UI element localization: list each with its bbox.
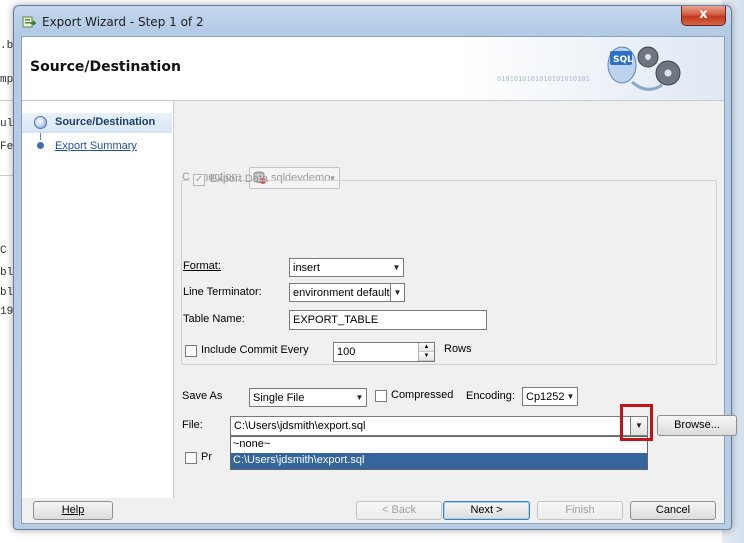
file-option-export-sql[interactable]: C:\Users\jdsmith\export.sql — [231, 453, 647, 469]
source-destination-form: Connection: sqldevdemo ▼ ✓ Export Data F… — [174, 101, 737, 498]
wizard-steps-nav: Source/Destination Export Summary — [22, 101, 174, 498]
compressed-checkbox[interactable] — [375, 390, 387, 402]
cancel-button[interactable]: Cancel — [630, 501, 716, 520]
encoding-value: Cp1252 — [526, 391, 565, 403]
table-name-label: Table Name: — [183, 313, 245, 325]
format-value: insert — [293, 262, 320, 274]
wizard-button-bar: Help < Back Next > Finish Cancel — [22, 499, 724, 523]
sql-export-graphic: 0101010101010101010101 SQL — [462, 37, 724, 100]
dialog-client-area: Source/Destination 010101010101010101010… — [21, 36, 737, 524]
file-option-none[interactable]: ~none~ — [231, 437, 647, 453]
legend-spacer — [193, 173, 275, 187]
file-label: File: — [182, 419, 203, 431]
help-button[interactable]: Help — [33, 501, 113, 520]
current-step-icon — [34, 116, 47, 129]
background-text: bl — [0, 287, 14, 299]
chevron-down-icon: ▼ — [390, 284, 404, 301]
binary-watermark: 0101010101010101010101 — [497, 75, 590, 83]
background-text: .b — [0, 40, 14, 52]
file-dropdown-list: ~none~ C:\Users\jdsmith\export.sql — [230, 436, 648, 470]
line-terminator-label: Line Terminator: — [183, 286, 262, 298]
table-name-value: EXPORT_TABLE — [293, 314, 379, 326]
save-as-select[interactable]: Single File ▼ — [249, 388, 367, 407]
nav-item-label: Export Summary — [55, 140, 137, 152]
file-path-value: C:\Users\jdsmith\export.sql — [234, 420, 366, 432]
table-name-input[interactable]: EXPORT_TABLE — [289, 310, 487, 330]
nav-item-source-destination[interactable]: Source/Destination — [22, 113, 172, 133]
line-terminator-value: environment default — [293, 287, 390, 299]
page-title: Source/Destination — [30, 59, 181, 75]
nav-item-export-summary[interactable]: Export Summary — [22, 137, 172, 157]
chevron-down-icon: ▼ — [392, 263, 401, 272]
background-text: mp — [0, 74, 14, 86]
background-text: C — [0, 245, 7, 257]
export-wizard-icon — [22, 16, 36, 28]
background-divider — [0, 175, 13, 176]
export-data-group — [181, 180, 717, 365]
back-button[interactable]: < Back — [356, 501, 442, 520]
rows-label: Rows — [444, 343, 472, 355]
file-combo-input[interactable]: C:\Users\jdsmith\export.sql ▼ — [230, 416, 648, 436]
format-label: Format: — [183, 260, 221, 272]
background-text: 19 — [0, 306, 14, 318]
window-title: Export Wizard - Step 1 of 2 — [42, 15, 204, 29]
export-wizard-dialog: Export Wizard - Step 1 of 2 x Source/Des… — [13, 5, 737, 530]
title-bar[interactable]: Export Wizard - Step 1 of 2 x — [14, 6, 731, 36]
finish-button[interactable]: Finish — [537, 501, 623, 520]
format-label-text: Format: — [183, 260, 221, 272]
hidden-option-checkbox[interactable] — [185, 452, 197, 464]
close-icon: x — [699, 7, 708, 22]
spinner-down-icon[interactable]: ▼ — [419, 352, 434, 361]
wizard-header: Source/Destination 010101010101010101010… — [22, 37, 724, 101]
compressed-label: Compressed — [391, 389, 454, 401]
save-as-value: Single File — [253, 392, 305, 404]
include-commit-checkbox[interactable] — [185, 345, 197, 357]
annotation-highlight-box — [620, 404, 653, 441]
chevron-down-icon: ▼ — [355, 393, 364, 402]
nav-item-label: Source/Destination — [55, 116, 156, 128]
browse-button[interactable]: Browse... — [657, 415, 737, 436]
format-select[interactable]: insert ▼ — [289, 258, 404, 277]
spinner-buttons: ▲ ▼ — [418, 343, 434, 361]
chevron-down-icon: ▼ — [566, 392, 575, 401]
sql-graphic-label: SQL — [613, 55, 633, 65]
encoding-label: Encoding: — [466, 390, 515, 402]
commit-rows-value: 100 — [337, 346, 356, 358]
line-terminator-select[interactable]: environment default ▼ — [289, 283, 405, 302]
include-commit-label: Include Commit Every — [201, 344, 309, 356]
help-button-label: Help — [61, 504, 85, 516]
next-button[interactable]: Next > — [443, 501, 530, 520]
step-icon — [37, 142, 44, 149]
close-button[interactable]: x — [681, 6, 726, 26]
hidden-option-label: Pr — [201, 451, 212, 463]
background-divider — [0, 100, 13, 101]
background-text: bl — [0, 267, 14, 279]
commit-rows-spinner[interactable]: 100 ▲ ▼ — [333, 342, 435, 362]
spinner-up-icon[interactable]: ▲ — [419, 343, 434, 352]
encoding-select[interactable]: Cp1252 ▼ — [522, 387, 578, 406]
save-as-label: Save As — [182, 390, 223, 402]
